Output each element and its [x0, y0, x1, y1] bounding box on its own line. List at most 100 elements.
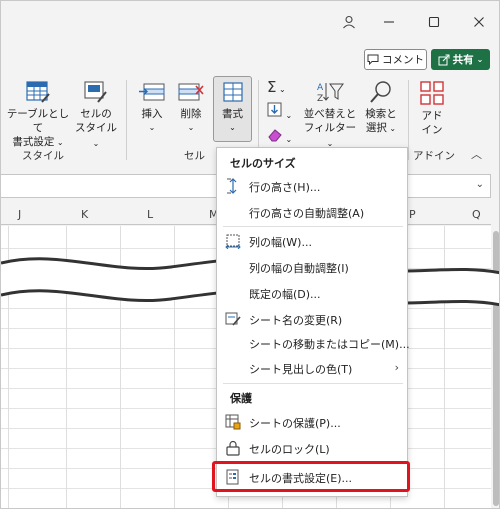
cell-styles-label-2: スタイル — [75, 122, 117, 134]
excel-window: コメント 共有 ⌄ テーブルとして 書式設定 ⌄ セルの スタイル ⌄ スタイル… — [0, 0, 500, 509]
svg-text:A: A — [317, 83, 324, 93]
sort-filter-label-1: 並べ替えと — [303, 108, 357, 120]
fill-down-icon — [267, 102, 282, 117]
menu-item-label: 行の高さ(H)... — [249, 181, 321, 194]
expand-formula-bar-icon[interactable]: ⌄ — [476, 179, 484, 190]
menu-item-label: シートの移動またはコピー(M)... — [249, 338, 410, 351]
menu-item-label: 既定の幅(D)... — [249, 288, 321, 301]
comment-button[interactable]: コメント — [364, 49, 427, 70]
menu-item-row-height[interactable]: 行の高さ(H)... — [217, 175, 407, 197]
chevron-down-icon: ⌄ — [148, 123, 156, 132]
comment-label: コメント — [382, 54, 424, 66]
collapse-ribbon-icon[interactable]: ︿ — [471, 146, 482, 162]
group-label-cells: セル — [184, 150, 205, 162]
comment-icon — [367, 54, 379, 65]
cell-styles-label-1: セルの — [80, 108, 112, 120]
delete-label: 削除 — [180, 108, 202, 120]
sort-filter-label-2: フィルター — [303, 122, 357, 134]
menu-item-lock-cell[interactable]: セルのロック(L) — [217, 437, 407, 459]
close-icon[interactable] — [468, 11, 490, 33]
share-icon — [438, 54, 450, 65]
group-label-style: スタイル — [22, 150, 64, 162]
menu-item-label: シート名の変更(R) — [249, 314, 343, 327]
addins-button[interactable]: アド イン — [415, 80, 449, 137]
minimize-icon[interactable] — [378, 11, 400, 33]
autosum-button[interactable]: Σ ⌄ — [267, 78, 301, 98]
format-button[interactable]: 書式 ⌄ — [213, 76, 252, 142]
find-select-button[interactable]: 検索と 選択 ⌄ — [361, 80, 401, 136]
cell-styles-button[interactable]: セルの スタイル ⌄ — [71, 80, 121, 151]
delete-button[interactable]: 削除 ⌄ — [174, 80, 208, 135]
menu-section-cell-size: セルのサイズ — [230, 157, 296, 170]
insert-label: 挿入 — [141, 108, 163, 120]
find-select-label-2: 選択 — [365, 122, 387, 134]
menu-item-label: セルのロック(L) — [249, 443, 330, 456]
addins-label-1: アド — [421, 110, 443, 122]
menu-item-label: 列の幅(W)... — [249, 236, 312, 249]
table-format-icon — [26, 81, 50, 103]
share-button[interactable]: 共有 ⌄ — [431, 49, 490, 70]
chevron-down-icon: ⌄ — [229, 123, 236, 132]
menu-item-label: 列の幅の自動調整(I) — [249, 262, 349, 275]
menu-separator — [223, 226, 403, 227]
menu-item-default-width[interactable]: 既定の幅(D)... — [217, 282, 407, 304]
addins-icon — [420, 81, 444, 105]
column-width-icon — [225, 234, 241, 249]
title-bar — [1, 1, 499, 45]
share-label: 共有 — [452, 54, 474, 66]
addins-label-2: イン — [421, 124, 443, 136]
column-header[interactable]: Q — [472, 208, 481, 221]
row-height-icon — [227, 178, 237, 194]
menu-section-protection: 保護 — [230, 392, 252, 405]
account-icon[interactable] — [338, 11, 360, 33]
chevron-right-icon: › — [394, 361, 399, 374]
menu-item-rename-sheet[interactable]: シート名の変更(R) — [217, 308, 407, 330]
rename-sheet-icon — [225, 312, 241, 326]
menu-item-column-autofit[interactable]: 列の幅の自動調整(I) — [217, 256, 407, 278]
column-header[interactable]: P — [409, 208, 416, 221]
highlight-box — [212, 461, 410, 492]
chevron-down-icon: ⌄ — [283, 111, 293, 120]
delete-cells-icon — [178, 83, 204, 101]
maximize-icon[interactable] — [423, 11, 445, 33]
vertical-scrollbar[interactable] — [491, 205, 499, 508]
menu-item-label: シート見出しの色(T) — [249, 363, 353, 376]
insert-cells-icon — [139, 83, 165, 101]
fill-button[interactable]: ⌄ — [267, 102, 301, 122]
menu-item-tab-color[interactable]: シート見出しの色(T) › — [217, 357, 407, 379]
cell-style-icon — [84, 81, 107, 103]
chevron-down-icon: ⌄ — [276, 85, 286, 94]
chevron-down-icon: ⌄ — [283, 135, 293, 144]
lock-icon — [226, 440, 240, 456]
format-as-table-label-1: テーブルとして — [6, 108, 70, 134]
chevron-down-icon: ⌄ — [92, 139, 100, 148]
chevron-down-icon: ⌄ — [386, 124, 397, 133]
menu-separator — [223, 383, 403, 384]
search-icon — [370, 81, 391, 103]
format-label: 書式 — [222, 108, 243, 120]
protect-sheet-icon — [225, 414, 241, 430]
format-cells-icon — [222, 82, 243, 102]
insert-button[interactable]: 挿入 ⌄ — [135, 80, 169, 135]
find-select-label-1: 検索と — [365, 108, 397, 120]
group-divider — [408, 80, 409, 160]
format-as-table-button[interactable]: テーブルとして 書式設定 ⌄ — [5, 80, 71, 150]
menu-item-label: シートの保護(P)... — [249, 417, 341, 430]
sort-filter-button[interactable]: AZ 並べ替えと フィルター ⌄ — [303, 80, 357, 151]
sort-filter-icon: AZ — [317, 83, 344, 104]
format-dropdown-menu: セルのサイズ 行の高さ(H)... 行の高さの自動調整(A) 列の幅(W)...… — [216, 147, 410, 497]
group-divider — [126, 80, 127, 160]
clear-button[interactable]: ⌄ — [267, 126, 301, 146]
menu-item-row-autofit[interactable]: 行の高さの自動調整(A) — [217, 201, 407, 223]
column-header[interactable]: K — [81, 208, 88, 221]
menu-item-column-width[interactable]: 列の幅(W)... — [217, 230, 407, 252]
format-as-table-label-2: 書式設定 — [12, 136, 55, 148]
column-header[interactable]: J — [18, 208, 21, 221]
column-header[interactable]: L — [147, 208, 153, 221]
svg-text:Z: Z — [317, 94, 323, 104]
menu-item-label: 行の高さの自動調整(A) — [249, 207, 365, 220]
menu-item-protect-sheet[interactable]: シートの保護(P)... — [217, 411, 407, 433]
menu-item-move-copy[interactable]: シートの移動またはコピー(M)... — [217, 332, 410, 354]
group-label-addins: アドイン — [413, 150, 455, 162]
eraser-icon — [268, 129, 282, 142]
